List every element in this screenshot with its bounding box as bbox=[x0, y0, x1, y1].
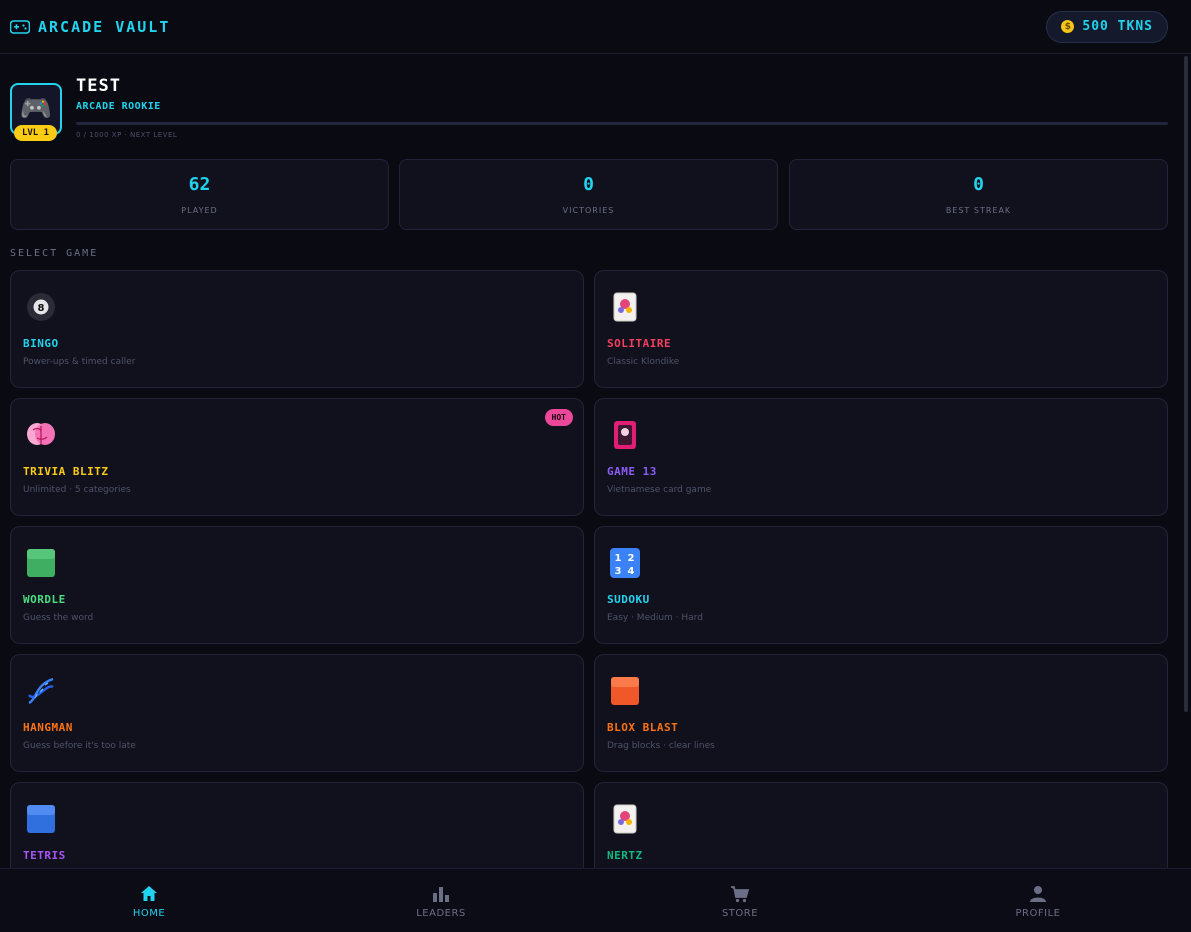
game-card-solitaire[interactable]: SOLITAIRE Classic Klondike bbox=[594, 270, 1168, 388]
stat-value: 0 bbox=[583, 174, 594, 195]
orange-square-icon bbox=[609, 675, 641, 707]
green-square-icon bbox=[25, 547, 57, 579]
stat-value: 0 bbox=[973, 174, 984, 195]
game-card-blox-blast[interactable]: BLOX BLAST Drag blocks · clear lines bbox=[594, 654, 1168, 772]
game-card-sudoku[interactable]: 1 2 3 4 SUDOKU Easy · Medium · Hard bbox=[594, 526, 1168, 644]
svg-text:3: 3 bbox=[615, 566, 622, 577]
game-card-bingo[interactable]: 8 BINGO Power-ups & timed caller bbox=[10, 270, 584, 388]
stat-played: 62 PLAYED bbox=[10, 159, 389, 230]
xp-progress-bar bbox=[76, 122, 1168, 125]
bottom-nav: HOME LEADERS STORE PROFILE bbox=[0, 868, 1191, 932]
person-icon bbox=[1030, 885, 1046, 902]
svg-text:2: 2 bbox=[628, 553, 635, 564]
rank-title: ARCADE ROOKIE bbox=[76, 101, 161, 112]
game-title: WORDLE bbox=[23, 593, 66, 606]
game-subtitle: Power-ups & timed caller bbox=[23, 357, 136, 367]
brand[interactable]: ARCADE VAULT bbox=[10, 18, 170, 36]
game-subtitle: Easy · Medium · Hard bbox=[607, 613, 703, 623]
blue-square-icon bbox=[25, 803, 57, 835]
svg-text:4: 4 bbox=[628, 566, 635, 577]
game-card-hangman[interactable]: HANGMAN Guess before it's too late bbox=[10, 654, 584, 772]
cart-icon bbox=[731, 885, 750, 902]
bar-chart-icon bbox=[433, 886, 449, 902]
xp-text: 0 / 1000 XP · NEXT LEVEL bbox=[76, 131, 178, 139]
svg-text:1: 1 bbox=[615, 553, 622, 564]
stat-best-streak: 0 BEST STREAK bbox=[789, 159, 1168, 230]
pool-8-ball-icon: 8 bbox=[25, 291, 57, 323]
number-keycap-icon: 1 2 3 4 bbox=[609, 547, 641, 579]
scrollbar[interactable] bbox=[1177, 54, 1191, 868]
game-title: GAME 13 bbox=[607, 465, 657, 478]
nav-store[interactable]: STORE bbox=[591, 869, 889, 932]
stat-label: PLAYED bbox=[181, 206, 218, 215]
game-title: BINGO bbox=[23, 337, 59, 350]
game-subtitle: Vietnamese card game bbox=[607, 485, 712, 495]
nav-label: STORE bbox=[721, 907, 759, 919]
game-subtitle: Unlimited · 5 categories bbox=[23, 485, 131, 495]
coin-icon: $ bbox=[1061, 20, 1075, 33]
top-bar: ARCADE VAULT $ 500 TKNS bbox=[0, 0, 1191, 54]
game-title: BLOX BLAST bbox=[607, 721, 679, 734]
game-subtitle: Guess the word bbox=[23, 613, 94, 623]
nav-label: HOME bbox=[132, 907, 166, 919]
game-subtitle: Classic Klondike bbox=[607, 357, 680, 367]
game-title: HANGMAN bbox=[23, 721, 73, 734]
flower-card-icon bbox=[609, 419, 641, 451]
game-title: SOLITAIRE bbox=[607, 337, 672, 350]
game-title: TRIVIA BLITZ bbox=[23, 465, 109, 478]
svg-text:8: 8 bbox=[38, 303, 45, 314]
username: TEST bbox=[76, 76, 121, 96]
app-root: ARCADE VAULT $ 500 TKNS 🎮 LVL 1 TEST ARC… bbox=[0, 0, 1191, 932]
stat-label: VICTORIES bbox=[562, 206, 615, 215]
stat-label: BEST STREAK bbox=[945, 206, 1012, 215]
level-badge: LVL 1 bbox=[14, 125, 57, 141]
nav-leaders[interactable]: LEADERS bbox=[292, 869, 590, 932]
scrollbar-thumb[interactable] bbox=[1184, 56, 1188, 712]
gamepad-icon: 🎮 bbox=[19, 94, 53, 124]
dna-icon bbox=[25, 675, 57, 707]
section-title: SELECT GAME bbox=[10, 248, 99, 259]
nav-label: LEADERS bbox=[416, 907, 466, 919]
hot-badge: HOT bbox=[544, 409, 573, 426]
home-icon bbox=[141, 885, 157, 901]
stat-value: 62 bbox=[188, 174, 211, 195]
token-balance[interactable]: $ 500 TKNS bbox=[1046, 10, 1168, 43]
profile-summary: 🎮 LVL 1 TEST ARCADE ROOKIE 0 / 1000 XP ·… bbox=[10, 76, 1168, 144]
nav-home[interactable]: HOME bbox=[0, 869, 298, 932]
brain-icon bbox=[25, 419, 57, 451]
nav-label: PROFILE bbox=[1015, 907, 1061, 919]
joker-card-icon bbox=[609, 803, 641, 835]
game-card-trivia-blitz[interactable]: HOT TRIVIA BLITZ Unlimited · 5 categorie… bbox=[10, 398, 584, 516]
game-card-wordle[interactable]: WORDLE Guess the word bbox=[10, 526, 584, 644]
game-card-game-13[interactable]: GAME 13 Vietnamese card game bbox=[594, 398, 1168, 516]
nav-profile[interactable]: PROFILE bbox=[889, 869, 1187, 932]
game-title: SUDOKU bbox=[607, 593, 650, 606]
game-subtitle: Guess before it's too late bbox=[23, 741, 136, 751]
joker-card-icon bbox=[609, 291, 641, 323]
game-title: TETRIS bbox=[23, 849, 66, 862]
brand-title: ARCADE VAULT bbox=[38, 17, 171, 36]
game-subtitle: Drag blocks · clear lines bbox=[607, 741, 715, 751]
gamepad-icon bbox=[10, 19, 30, 34]
game-title: NERTZ bbox=[607, 849, 643, 862]
stat-victories: 0 VICTORIES bbox=[399, 159, 778, 230]
token-balance-label: 500 TKNS bbox=[1082, 19, 1153, 34]
